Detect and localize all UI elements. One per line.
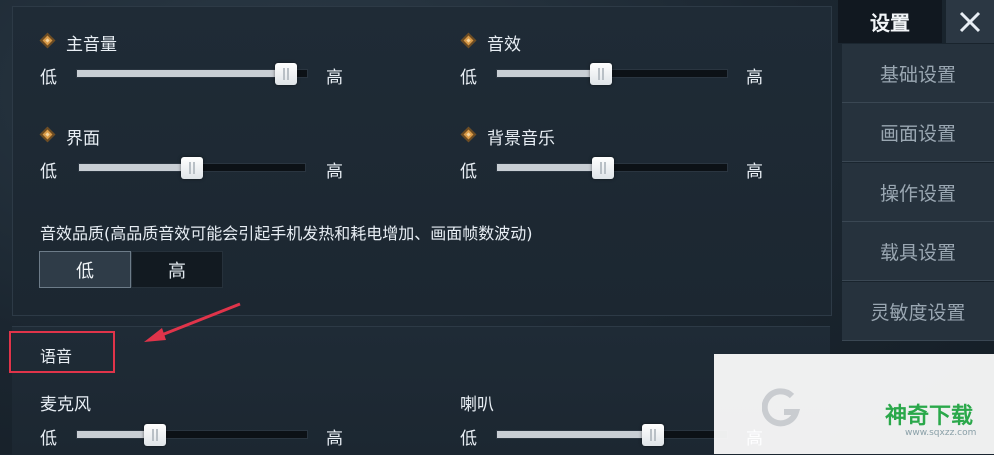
watermark-logo-icon xyxy=(762,388,801,427)
sidebar-item-controls[interactable]: 操作设置 xyxy=(842,163,994,222)
slider-handle[interactable] xyxy=(144,424,167,446)
settings-title: 设置 xyxy=(838,0,942,43)
bgm-high-label: 高 xyxy=(746,162,763,182)
watermark-brand: 神奇下载 xyxy=(885,404,974,429)
sfx-label: 音效 xyxy=(487,35,521,55)
bgm-slider[interactable] xyxy=(496,157,728,179)
slider-handle[interactable] xyxy=(181,157,203,179)
speaker-label: 喇叭 xyxy=(460,395,494,415)
slider-handle[interactable] xyxy=(642,424,665,446)
ui-slider[interactable] xyxy=(78,157,306,179)
slider-handle[interactable] xyxy=(589,63,612,85)
mic-slider[interactable] xyxy=(76,424,308,446)
watermark-url: www.sqxzz.com xyxy=(905,428,977,438)
speaker-slider[interactable] xyxy=(496,424,728,446)
bgm-low-label: 低 xyxy=(460,162,477,182)
sound-quality-label: 音效品质(高品质音效可能会引起手机发热和耗电增加、画面帧数波动) xyxy=(40,224,533,243)
mic-label: 麦克风 xyxy=(40,395,91,415)
quality-high-button[interactable]: 高 xyxy=(131,251,223,288)
close-button[interactable] xyxy=(946,0,994,43)
slider-fill xyxy=(77,70,287,77)
sfx-low-label: 低 xyxy=(460,68,477,88)
speaker-low-label: 低 xyxy=(460,429,477,449)
mic-high-label: 高 xyxy=(326,429,343,449)
bgm-label: 背景音乐 xyxy=(487,129,555,149)
voice-section-title: 语音 xyxy=(40,347,73,366)
sidebar-item-sensitivity[interactable]: 灵敏度设置 xyxy=(842,282,994,341)
quality-low-button[interactable]: 低 xyxy=(39,251,131,288)
master-volume-label: 主音量 xyxy=(66,35,117,55)
master-low-label: 低 xyxy=(40,68,57,88)
master-high-label: 高 xyxy=(326,68,343,88)
sfx-high-label: 高 xyxy=(746,68,763,88)
annotation-arrow-icon xyxy=(144,302,241,342)
slider-fill xyxy=(79,164,192,171)
ui-label: 界面 xyxy=(66,129,100,149)
slider-fill xyxy=(497,164,603,171)
close-icon xyxy=(959,11,981,32)
ui-high-label: 高 xyxy=(326,162,343,182)
sidebar-item-basic[interactable]: 基础设置 xyxy=(842,44,994,103)
slider-handle[interactable] xyxy=(275,63,298,85)
mic-low-label: 低 xyxy=(40,429,57,449)
ui-low-label: 低 xyxy=(40,162,57,182)
slider-fill xyxy=(497,431,654,438)
sfx-slider[interactable] xyxy=(496,63,728,85)
master-volume-slider[interactable] xyxy=(76,63,308,85)
sidebar-item-graphics[interactable]: 画面设置 xyxy=(842,103,994,162)
sidebar-item-vehicle[interactable]: 载具设置 xyxy=(842,222,994,281)
slider-handle[interactable] xyxy=(591,157,614,179)
slider-fill xyxy=(497,70,601,77)
